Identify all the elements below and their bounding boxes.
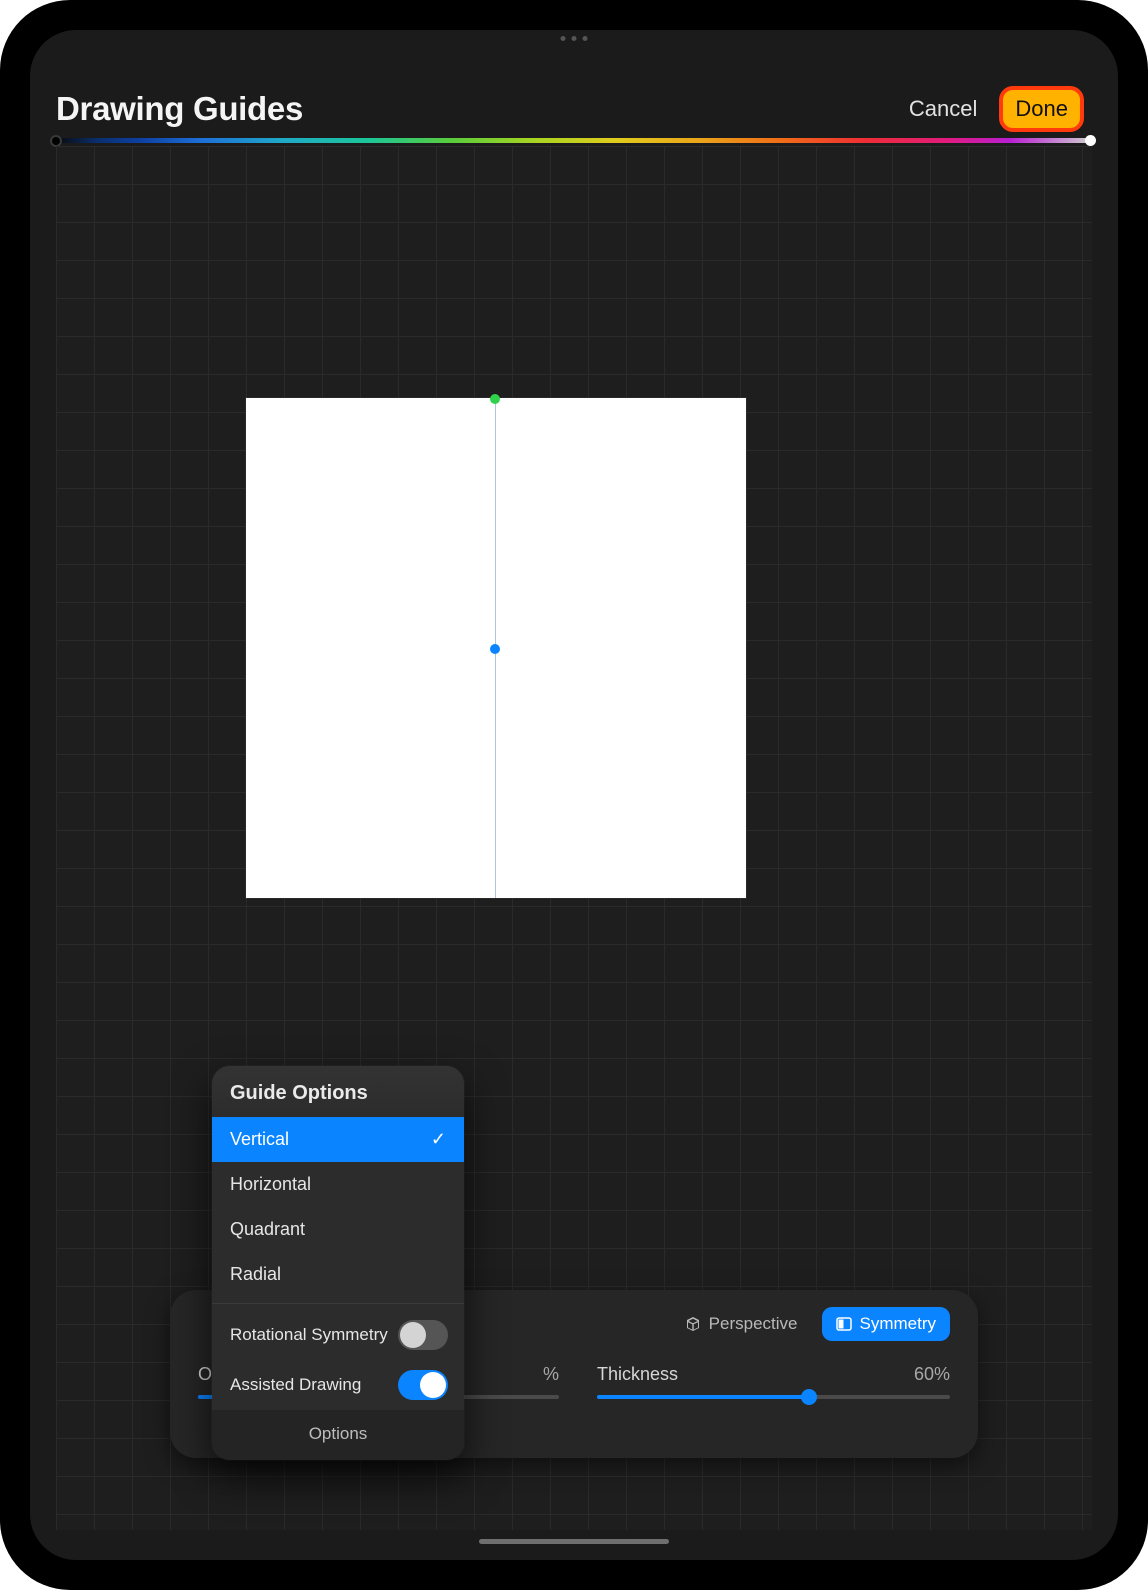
- assisted-drawing-label: Assisted Drawing: [230, 1375, 361, 1395]
- opacity-label: O: [198, 1364, 212, 1385]
- guide-options-popover: Guide Options Vertical ✓ Horizontal Quad…: [212, 1066, 464, 1460]
- option-radial[interactable]: Radial: [212, 1252, 464, 1297]
- divider: [212, 1303, 464, 1304]
- cancel-button[interactable]: Cancel: [909, 96, 977, 122]
- multitask-dots[interactable]: [561, 36, 588, 41]
- home-indicator[interactable]: [479, 1539, 669, 1544]
- opacity-value: %: [543, 1364, 559, 1385]
- ipad-frame: Drawing Guides Cancel Done Perspective: [0, 0, 1148, 1590]
- done-button[interactable]: Done: [1007, 94, 1076, 124]
- assisted-drawing-row: Assisted Drawing: [212, 1360, 464, 1410]
- page-title: Drawing Guides: [56, 90, 303, 128]
- thickness-slider-block: Thickness 60%: [597, 1364, 950, 1399]
- done-button-highlight: Done: [999, 86, 1084, 132]
- option-radial-label: Radial: [230, 1264, 281, 1285]
- check-icon: ✓: [431, 1129, 446, 1150]
- thickness-value: 60%: [914, 1364, 950, 1385]
- popover-title: Guide Options: [212, 1066, 464, 1117]
- header: Drawing Guides Cancel Done: [30, 74, 1118, 144]
- option-horizontal[interactable]: Horizontal: [212, 1162, 464, 1207]
- assisted-drawing-toggle[interactable]: [398, 1370, 448, 1400]
- cube-icon: [685, 1316, 701, 1332]
- tab-perspective-label: Perspective: [709, 1314, 798, 1334]
- thickness-slider[interactable]: [597, 1395, 950, 1399]
- thickness-label: Thickness: [597, 1364, 678, 1385]
- rotational-symmetry-row: Rotational Symmetry: [212, 1310, 464, 1360]
- symmetry-icon: [836, 1316, 852, 1332]
- tab-symmetry-label: Symmetry: [860, 1314, 937, 1334]
- option-vertical[interactable]: Vertical ✓: [212, 1117, 464, 1162]
- guide-rotation-handle[interactable]: [490, 394, 500, 404]
- option-horizontal-label: Horizontal: [230, 1174, 311, 1195]
- option-quadrant-label: Quadrant: [230, 1219, 305, 1240]
- color-spectrum-slider[interactable]: [56, 138, 1092, 143]
- guide-center-handle[interactable]: [490, 644, 500, 654]
- rotational-symmetry-toggle[interactable]: [398, 1320, 448, 1350]
- tab-symmetry[interactable]: Symmetry: [822, 1307, 951, 1341]
- thickness-knob[interactable]: [801, 1389, 817, 1405]
- screen: Drawing Guides Cancel Done Perspective: [30, 30, 1118, 1560]
- tab-perspective[interactable]: Perspective: [671, 1307, 812, 1341]
- option-quadrant[interactable]: Quadrant: [212, 1207, 464, 1252]
- option-vertical-label: Vertical: [230, 1129, 289, 1150]
- rotational-symmetry-label: Rotational Symmetry: [230, 1325, 388, 1345]
